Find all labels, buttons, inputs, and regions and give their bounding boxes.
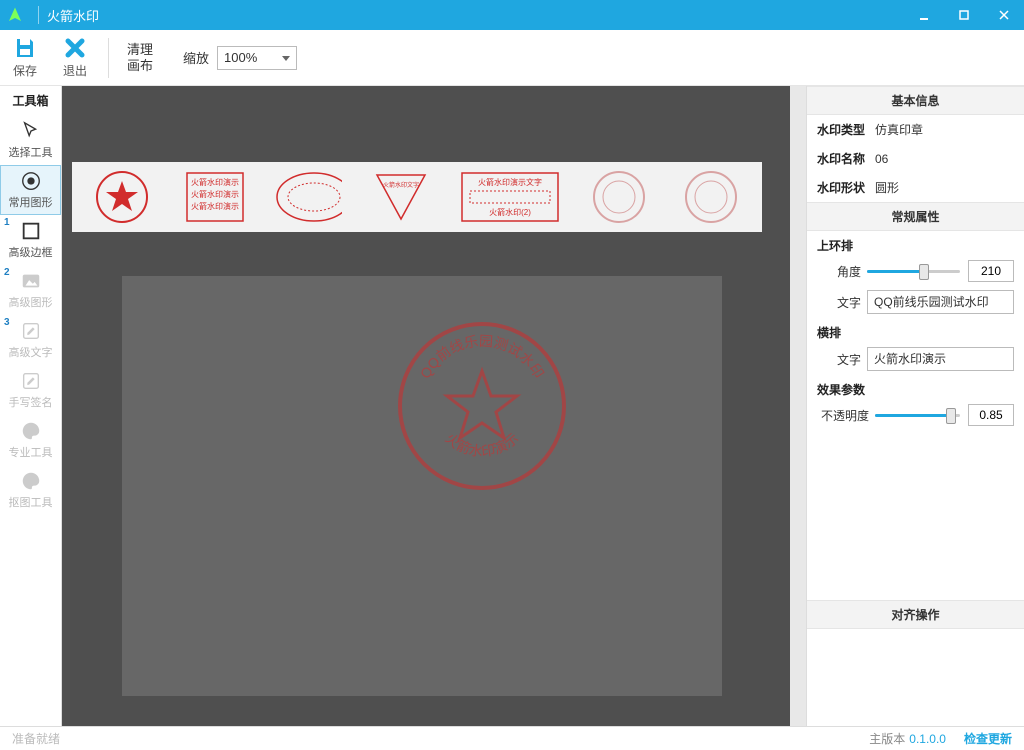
opacity-row: 不透明度 0.85 bbox=[807, 400, 1024, 430]
angle-input[interactable]: 210 bbox=[968, 260, 1014, 282]
text-label: 文字 bbox=[817, 294, 867, 311]
canvas-page: QQ前线乐园测试水印 火箭水印演示 bbox=[122, 276, 722, 696]
palette-icon bbox=[20, 470, 42, 492]
badge: 3 bbox=[4, 317, 10, 328]
angle-slider[interactable] bbox=[867, 261, 960, 281]
opacity-label: 不透明度 bbox=[817, 407, 875, 424]
palette-icon bbox=[20, 420, 42, 442]
edit-icon bbox=[20, 320, 42, 342]
sidebar-item-label: 常用图形 bbox=[9, 194, 53, 210]
canvas[interactable]: QQ前线乐园测试水印 火箭水印演示 火箭水印演示火箭水印演示火箭水印演示 火箭水… bbox=[62, 86, 806, 726]
sidebar-item-signature[interactable]: 手写签名 bbox=[0, 365, 61, 415]
opacity-slider[interactable] bbox=[875, 405, 960, 425]
image-icon bbox=[20, 270, 42, 292]
svg-text:火箭水印演示: 火箭水印演示 bbox=[442, 430, 521, 460]
sidebar-item-label: 专业工具 bbox=[9, 444, 53, 460]
circle-dot-icon bbox=[20, 170, 42, 192]
svg-text:火箭水印演示: 火箭水印演示 bbox=[191, 177, 239, 187]
title-divider bbox=[38, 6, 39, 24]
gallery-item[interactable]: 火箭水印演示火箭水印演示火箭水印演示 bbox=[181, 167, 249, 227]
sidebar-item-label: 高级图形 bbox=[9, 294, 53, 310]
gallery-item[interactable] bbox=[585, 167, 653, 227]
square-icon bbox=[20, 220, 42, 242]
version-value: 0.1.0.0 bbox=[909, 732, 946, 746]
sidebar-item-label: 高级边框 bbox=[9, 244, 53, 260]
panel-header-align: 对齐操作 bbox=[807, 600, 1024, 629]
scrollbar-vertical[interactable] bbox=[790, 86, 806, 726]
toparc-text-row: 文字 QQ前线乐园测试水印 bbox=[807, 286, 1024, 318]
clear-canvas-button[interactable]: 清理 画布 bbox=[117, 42, 163, 73]
toolbar-separator bbox=[108, 38, 109, 78]
gallery-item[interactable] bbox=[88, 167, 156, 227]
exit-label: 退出 bbox=[63, 62, 87, 79]
exit-button[interactable]: 退出 bbox=[50, 30, 100, 86]
sub-header-toparc: 上环排 bbox=[807, 231, 1024, 256]
sidebar-item-label: 选择工具 bbox=[9, 144, 53, 160]
sidebar-item-adv-shapes[interactable]: 2 高级图形 bbox=[0, 265, 61, 315]
titlebar: 火箭水印 bbox=[0, 0, 1024, 30]
toolbar: 保存 退出 清理 画布 缩放 100% bbox=[0, 30, 1024, 86]
sidebar-item-label: 抠图工具 bbox=[9, 494, 53, 510]
sidebar-item-cutout[interactable]: 抠图工具 bbox=[0, 465, 61, 515]
sub-header-horiz: 横排 bbox=[807, 318, 1024, 343]
angle-row: 角度 210 bbox=[807, 256, 1024, 286]
horiz-text-input[interactable]: 火箭水印演示 bbox=[867, 347, 1014, 371]
stamp-gallery: 火箭水印演示火箭水印演示火箭水印演示 火箭水印文字 火箭水印演示文字火箭水印(2… bbox=[72, 162, 762, 232]
svg-text:火箭水印演示文字: 火箭水印演示文字 bbox=[478, 177, 542, 187]
properties-panel: 基本信息 水印类型仿真印章 水印名称06 水印形状圆形 常规属性 上环排 角度 … bbox=[806, 86, 1024, 726]
panel-header-general: 常规属性 bbox=[807, 202, 1024, 231]
prop-name: 水印名称06 bbox=[807, 144, 1024, 173]
minimize-button[interactable] bbox=[904, 0, 944, 30]
svg-text:火箭水印演示: 火箭水印演示 bbox=[191, 201, 239, 211]
horiz-text-row: 文字 火箭水印演示 bbox=[807, 343, 1024, 375]
zoom-label: 缩放 bbox=[183, 48, 209, 67]
close-button[interactable] bbox=[984, 0, 1024, 30]
cursor-icon bbox=[20, 120, 42, 142]
toparc-text-input[interactable]: QQ前线乐园测试水印 bbox=[867, 290, 1014, 314]
version-label: 主版本 bbox=[869, 730, 905, 747]
sidebar-item-adv-text[interactable]: 3 高级文字 bbox=[0, 315, 61, 365]
zoom-control: 缩放 100% bbox=[183, 46, 297, 70]
stamp-preview[interactable]: QQ前线乐园测试水印 火箭水印演示 bbox=[392, 316, 572, 496]
app-icon bbox=[6, 6, 24, 24]
stamp-bottom-text: 火箭水印演示 bbox=[442, 430, 521, 460]
gallery-item[interactable] bbox=[274, 167, 342, 227]
maximize-button[interactable] bbox=[944, 0, 984, 30]
edit-icon bbox=[20, 370, 42, 392]
chevron-down-icon bbox=[282, 56, 290, 61]
sidebar-item-border[interactable]: 1 高级边框 bbox=[0, 215, 61, 265]
svg-text:火箭水印演示: 火箭水印演示 bbox=[191, 189, 239, 199]
status-text: 准备就绪 bbox=[12, 730, 60, 747]
angle-label: 角度 bbox=[817, 263, 867, 280]
save-icon bbox=[13, 36, 37, 60]
svg-text:火箭水印(2): 火箭水印(2) bbox=[489, 207, 531, 217]
sidebar-item-pro[interactable]: 专业工具 bbox=[0, 415, 61, 465]
gallery-item[interactable] bbox=[677, 167, 745, 227]
app-title: 火箭水印 bbox=[47, 6, 99, 25]
panel-header-basic: 基本信息 bbox=[807, 86, 1024, 115]
svg-text:火箭水印文字: 火箭水印文字 bbox=[383, 181, 419, 189]
prop-shape: 水印形状圆形 bbox=[807, 173, 1024, 202]
sidebar-item-label: 手写签名 bbox=[9, 394, 53, 410]
statusbar: 准备就绪 主版本 0.1.0.0 检查更新 bbox=[0, 726, 1024, 750]
sidebar-header: 工具箱 bbox=[0, 86, 61, 115]
check-update-link[interactable]: 检查更新 bbox=[964, 730, 1012, 747]
badge: 2 bbox=[4, 267, 10, 278]
zoom-combobox[interactable]: 100% bbox=[217, 46, 297, 70]
prop-type: 水印类型仿真印章 bbox=[807, 115, 1024, 144]
sub-header-effect: 效果参数 bbox=[807, 375, 1024, 400]
save-button[interactable]: 保存 bbox=[0, 30, 50, 86]
gallery-item[interactable]: 火箭水印演示文字火箭水印(2) bbox=[460, 167, 560, 227]
sidebar-item-label: 高级文字 bbox=[9, 344, 53, 360]
sidebar: 工具箱 选择工具 常用图形 1 高级边框 2 高级图形 3 高级文字 手写签名 bbox=[0, 86, 62, 726]
save-label: 保存 bbox=[13, 62, 37, 79]
sidebar-item-shapes[interactable]: 常用图形 bbox=[0, 165, 61, 215]
opacity-input[interactable]: 0.85 bbox=[968, 404, 1014, 426]
exit-icon bbox=[63, 36, 87, 60]
text-label: 文字 bbox=[817, 351, 867, 368]
gallery-item[interactable]: 火箭水印文字 bbox=[367, 167, 435, 227]
badge: 1 bbox=[4, 217, 10, 228]
zoom-value: 100% bbox=[224, 50, 257, 65]
sidebar-item-select[interactable]: 选择工具 bbox=[0, 115, 61, 165]
